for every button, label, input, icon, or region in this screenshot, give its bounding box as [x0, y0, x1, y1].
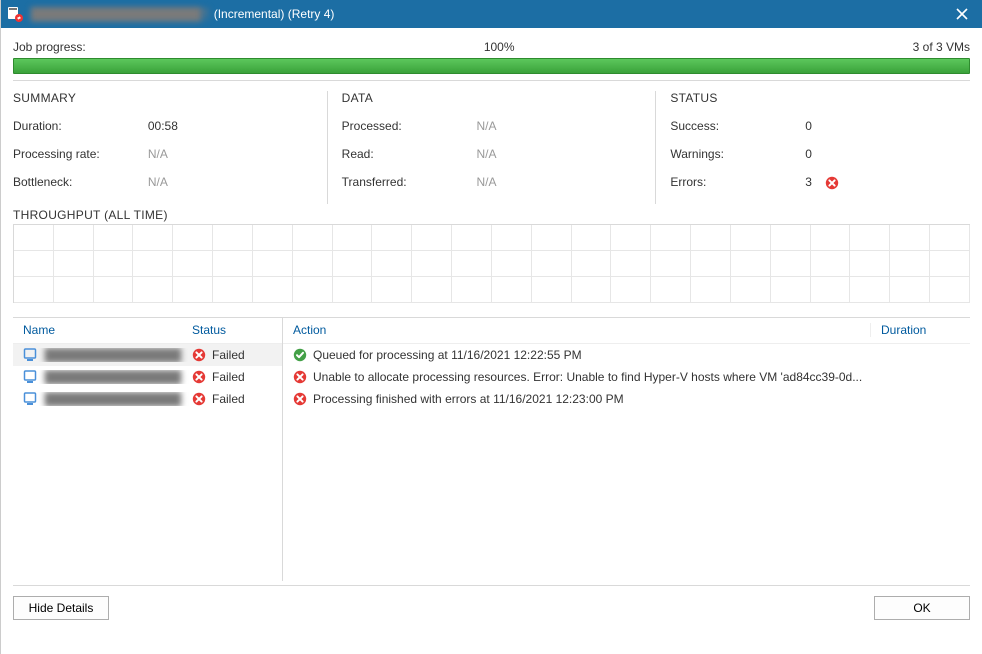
vm-name: ████████████████ [43, 370, 183, 384]
summary-column: SUMMARY Duration:00:58 Processing rate:N… [13, 91, 328, 204]
errors-value: 3 [805, 175, 970, 190]
vm-name: ████████████████ [43, 348, 183, 362]
app-icon [7, 6, 23, 22]
action-log-pane: Action Duration Queued for processing at… [283, 318, 970, 581]
progress-bar [13, 58, 970, 74]
vm-status: Failed [212, 348, 245, 362]
vm-list-header: Name Status [13, 318, 282, 344]
log-row[interactable]: Unable to allocate processing resources.… [283, 366, 970, 388]
bottleneck-value: N/A [148, 175, 313, 189]
errors-count: 3 [805, 175, 812, 189]
bottleneck-label: Bottleneck: [13, 175, 148, 189]
vm-row[interactable]: ████████████████ Failed [13, 344, 282, 366]
vm-status: Failed [212, 370, 245, 384]
warnings-label: Warnings: [670, 147, 805, 161]
vm-row[interactable]: ████████████████ Failed [13, 366, 282, 388]
throughput-chart [13, 224, 970, 303]
vm-icon [23, 392, 37, 406]
ok-icon [293, 348, 307, 362]
vm-row[interactable]: ████████████████ Failed [13, 388, 282, 410]
close-icon [956, 8, 968, 20]
hide-details-button[interactable]: Hide Details [13, 596, 109, 620]
vm-list-body[interactable]: ████████████████ Failed ████████████████ [13, 344, 282, 581]
log-row[interactable]: Processing finished with errors at 11/16… [283, 388, 970, 410]
title-obscured: ████████████████████T [29, 7, 210, 21]
vm-status: Failed [212, 392, 245, 406]
error-icon [825, 176, 839, 190]
processed-label: Processed: [342, 119, 477, 133]
col-duration-header[interactable]: Duration [870, 323, 960, 337]
error-icon [192, 348, 206, 362]
error-icon [293, 392, 307, 406]
data-heading: DATA [342, 91, 642, 105]
separator [13, 80, 970, 81]
log-text: Processing finished with errors at 11/16… [313, 392, 624, 406]
progress-label: Job progress: [13, 40, 86, 54]
col-action-header[interactable]: Action [293, 323, 870, 337]
data-column: DATA Processed:N/A Read:N/A Transferred:… [328, 91, 657, 204]
vm-icon [23, 370, 37, 384]
success-value: 0 [805, 119, 970, 133]
stats-columns: SUMMARY Duration:00:58 Processing rate:N… [13, 91, 970, 204]
log-text: Queued for processing at 11/16/2021 12:2… [313, 348, 582, 362]
success-label: Success: [670, 119, 805, 133]
vm-icon [23, 348, 37, 362]
warnings-value: 0 [805, 147, 970, 161]
col-status-header[interactable]: Status [192, 323, 272, 337]
progress-row: Job progress: 100% 3 of 3 VMs [13, 36, 970, 58]
log-text: Unable to allocate processing resources.… [313, 370, 862, 384]
progress-vm-count: 3 of 3 VMs [913, 40, 970, 54]
duration-label: Duration: [13, 119, 148, 133]
duration-value: 00:58 [148, 119, 313, 133]
errors-label: Errors: [670, 175, 805, 189]
error-icon [293, 370, 307, 384]
details-panels: Name Status ████████████████ Failed [13, 317, 970, 581]
processed-value: N/A [477, 119, 642, 133]
title-suffix: (Incremental) (Retry 4) [210, 7, 334, 21]
transferred-value: N/A [477, 175, 642, 189]
status-heading: STATUS [670, 91, 970, 105]
vm-name: ████████████████ [43, 392, 183, 406]
window-title: ████████████████████T (Incremental) (Ret… [29, 7, 948, 21]
throughput-heading: THROUGHPUT (ALL TIME) [13, 208, 970, 222]
error-icon [192, 392, 206, 406]
summary-heading: SUMMARY [13, 91, 313, 105]
rate-value: N/A [148, 147, 313, 161]
action-log-body[interactable]: Queued for processing at 11/16/2021 12:2… [283, 344, 970, 581]
progress-percent: 100% [86, 40, 913, 54]
titlebar: ████████████████████T (Incremental) (Ret… [1, 0, 982, 28]
vm-list-pane: Name Status ████████████████ Failed [13, 318, 283, 581]
ok-button[interactable]: OK [874, 596, 970, 620]
read-label: Read: [342, 147, 477, 161]
rate-label: Processing rate: [13, 147, 148, 161]
footer: Hide Details OK [13, 585, 970, 620]
action-log-header: Action Duration [283, 318, 970, 344]
col-name-header[interactable]: Name [23, 323, 192, 337]
error-icon [192, 370, 206, 384]
log-row[interactable]: Queued for processing at 11/16/2021 12:2… [283, 344, 970, 366]
transferred-label: Transferred: [342, 175, 477, 189]
read-value: N/A [477, 147, 642, 161]
status-column: STATUS Success:0 Warnings:0 Errors: 3 [656, 91, 970, 204]
close-button[interactable] [948, 0, 976, 28]
